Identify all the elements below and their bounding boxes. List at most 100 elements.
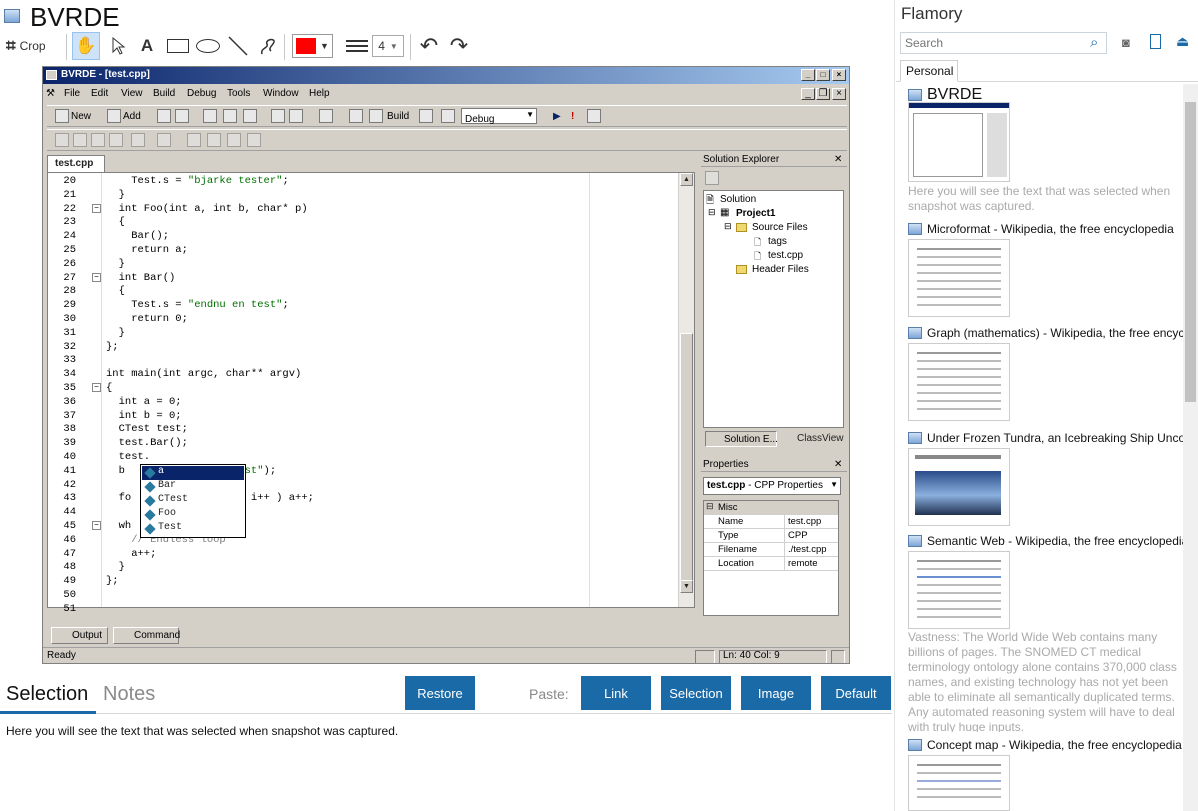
code-line: 39 test.Bar(); (63, 437, 188, 450)
status-ready: Ready (47, 650, 76, 661)
code-line: 24 Bar(); (63, 230, 170, 243)
code-line: 36 int a = 0; (63, 395, 182, 408)
snapshot-item[interactable]: Concept map - Wikipedia, the free encycl… (908, 738, 1188, 811)
snapshot-item[interactable]: Semantic Web - Wikipedia, the free encyc… (908, 534, 1188, 634)
autocomplete-item: Test (142, 522, 244, 536)
prev-bookmark-icon (187, 133, 201, 147)
snapshot-thumbnail (908, 448, 1010, 526)
line-width-button[interactable] (344, 32, 370, 60)
tab-classview: ClassView (797, 433, 844, 444)
ide-menubar: ⚒ File Edit View Build Debug Tools Windo… (43, 85, 849, 103)
code-line: 20 Test.s = "bjarke tester"; (63, 175, 289, 187)
code-line: 22− int Foo(int a, int b, char* p) (63, 202, 308, 215)
hand-tool-button[interactable]: ✋ (72, 32, 100, 60)
close-icon: ✕ (834, 459, 843, 470)
hand-icon: ✋ (75, 36, 97, 55)
fold-icon: − (92, 383, 101, 392)
crop-icon: ⌗ (6, 36, 16, 55)
cut-icon (203, 109, 217, 123)
tab-selection[interactable]: Selection (6, 683, 88, 706)
fold-icon: − (92, 272, 101, 282)
line-width-select[interactable]: 4 ▼ (372, 35, 404, 57)
snapshot-image: BVRDE - [test.cpp] _ □ × ⚒ File Edit Vie… (42, 66, 850, 664)
editor-tab: test.cpp (47, 155, 105, 172)
property-row: Name test.cpp (704, 515, 838, 529)
property-group: ⊟ Misc (704, 501, 838, 515)
select-tool-button[interactable] (106, 32, 130, 60)
restore-button[interactable]: Restore (405, 676, 475, 710)
freehand-tool-button[interactable] (256, 32, 280, 60)
autocomplete-item: a (142, 466, 244, 480)
code-line: 34 int main(int argc, char** argv) (63, 368, 302, 381)
snapshot-item[interactable]: Microformat - Wikipedia, the free encycl… (908, 222, 1188, 322)
tab-personal[interactable]: Personal (900, 60, 958, 82)
toggle-bookmark-icon (247, 133, 261, 147)
code-line: 29 Test.s = "endnu en test"; (63, 299, 289, 312)
code-line: 23 { (63, 216, 125, 229)
copy-icon (223, 109, 237, 123)
comment-icon (91, 133, 105, 147)
rectangle-icon (167, 39, 189, 53)
tab-command: Command (113, 627, 180, 644)
selection-text[interactable]: Here you will see the text that was sele… (6, 724, 398, 738)
crop-button[interactable]: ⌗ Crop (6, 32, 58, 60)
folder-icon (736, 265, 747, 274)
collapse-panel-icon[interactable]: ⏏ (1176, 33, 1189, 50)
properties-panel: Properties ✕ test.cpp - CPP Properties ▼… (701, 458, 847, 626)
snapshot-title-bar: BVRDE (0, 0, 890, 34)
text-tool-button[interactable]: A (136, 32, 158, 60)
maximize-icon: □ (816, 69, 830, 81)
snapshot-item[interactable]: Graph (mathematics) - Wikipedia, the fre… (908, 326, 1188, 426)
find-icon (157, 133, 171, 147)
menu-edit: Edit (91, 88, 109, 99)
tree-item-test-cpp: test.cpp (768, 250, 804, 261)
project-icon: ▦ (720, 207, 730, 218)
bookmark-icon (131, 133, 145, 147)
snapshot-title: BVRDE (30, 2, 120, 32)
crop-label: Crop (19, 39, 46, 53)
tab-notes[interactable]: Notes (103, 683, 155, 706)
paste-selection-button[interactable]: Selection (661, 676, 731, 710)
menu-view: View (121, 88, 143, 99)
print-icon (319, 109, 333, 123)
menu-file: File (64, 88, 81, 99)
folder-icon (736, 223, 747, 232)
tab-solution-explorer: Solution E... (705, 431, 778, 447)
ellipse-tool-button[interactable] (194, 32, 222, 60)
tab-selection-indicator (0, 711, 96, 714)
snapshot-item[interactable]: Under Frozen Tundra, an Icebreaking Ship… (908, 431, 1188, 531)
snapshot-item-title: Graph (mathematics) - Wikipedia, the fre… (908, 326, 1183, 342)
snapshot-item-title: Semantic Web - Wikipedia, the free encyc… (908, 534, 1183, 550)
undo-icon (271, 109, 285, 123)
line-tool-button[interactable] (226, 32, 250, 60)
add-label: Add (123, 111, 141, 122)
snapshot-description: Here you will see the text that was sele… (908, 184, 1171, 213)
paste-image-button[interactable]: Image (741, 676, 811, 710)
sidebar-scrollbar[interactable] (1183, 84, 1198, 811)
ide-app-icon: ⚒ (46, 88, 55, 99)
ide-statusbar: Ready Ln: 40 Col: 9 (43, 647, 849, 663)
search-input[interactable] (900, 32, 1107, 54)
autocomplete-popup: a Bar CTest Foo Test (140, 464, 246, 538)
rectangle-tool-button[interactable] (164, 32, 192, 60)
menu-debug: Debug (187, 88, 217, 99)
undo-button[interactable]: ↶ (416, 32, 442, 60)
color-picker[interactable]: ▼ (292, 34, 333, 58)
snapshot-item-title: Under Frozen Tundra, an Icebreaking Ship… (908, 431, 1183, 447)
snapshot-item[interactable]: BVRDE Here you will see the text that wa… (908, 86, 1188, 213)
paste-link-button[interactable]: Link (581, 676, 651, 710)
tree-item-solution: Solution (720, 194, 757, 205)
chevron-down-icon: ▼ (320, 41, 329, 51)
paste-default-button[interactable]: Default (821, 676, 891, 710)
add-icon (107, 109, 121, 123)
document-icon[interactable] (1150, 34, 1161, 49)
redo-icon: ↷ (449, 33, 469, 58)
autocomplete-item: Bar (142, 480, 244, 494)
scroll-thumb (680, 333, 693, 588)
close-icon: × (832, 88, 846, 100)
code-line: 40 test. (63, 451, 151, 463)
code-line: 37 int b = 0; (63, 409, 182, 422)
search-icon[interactable]: ⌕ (1090, 34, 1098, 51)
redo-button[interactable]: ↷ (446, 32, 472, 60)
camera-icon[interactable]: ◙ (1122, 35, 1130, 50)
